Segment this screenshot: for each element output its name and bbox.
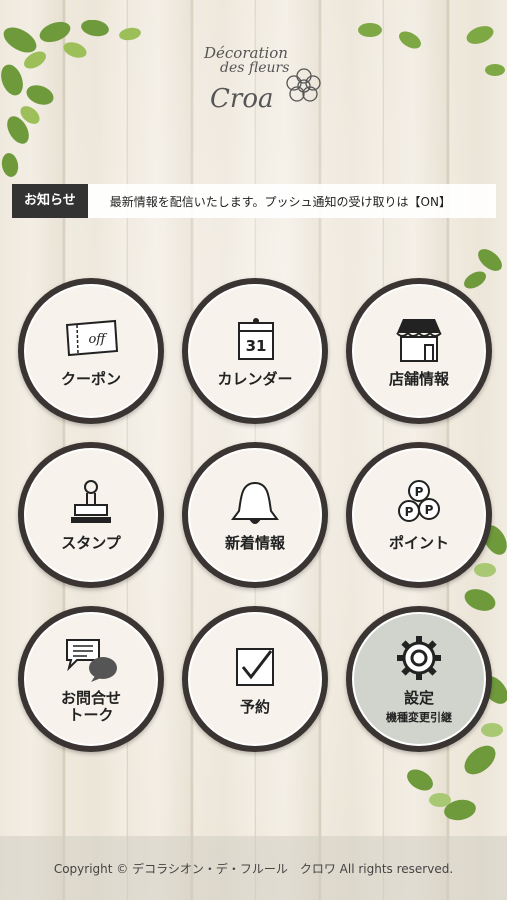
chat-icon (66, 639, 117, 682)
news-button[interactable]: 新着情報 (182, 442, 328, 588)
reservation-button[interactable]: 予約 (182, 606, 328, 752)
store-info-label: 店舗情報 (388, 369, 449, 388)
stamp-icon (71, 479, 111, 523)
calendar-icon: 31 (238, 317, 274, 360)
stamp-label: スタンプ (61, 533, 121, 552)
reservation-checkbox-icon (236, 647, 274, 686)
coin-icon-text: P (405, 505, 414, 519)
coupon-icon: off (65, 319, 119, 356)
coins-icon: P P P (398, 479, 440, 522)
calendar-label: カレンダー (217, 369, 293, 388)
stamp-button[interactable]: スタンプ (18, 442, 164, 588)
news-label: 新着情報 (224, 533, 285, 552)
menu-grid: off クーポン 31 カレンダー 店舗情報 スタンプ 新着情報 P P P ポ… (0, 0, 507, 900)
settings-button[interactable]: 設定 機種変更引継 (346, 606, 492, 752)
coin-icon-text: P (425, 503, 434, 517)
points-button[interactable]: P P P ポイント (346, 442, 492, 588)
contact-talk-button[interactable]: お問合せ トーク (18, 606, 164, 752)
coin-icon-text: P (415, 485, 424, 499)
points-label: ポイント (388, 533, 449, 552)
footer: Copyright © デコラシオン・デ・フルール クロワ All rights… (0, 836, 507, 900)
calendar-icon-text: 31 (246, 337, 267, 355)
calendar-button[interactable]: 31 カレンダー (182, 278, 328, 424)
gear-icon (397, 635, 441, 680)
bell-icon (231, 481, 279, 524)
settings-sublabel: 機種変更引継 (386, 710, 452, 724)
reservation-label: 予約 (239, 697, 270, 716)
coupon-button[interactable]: off クーポン (18, 278, 164, 424)
contact-talk-label: お問合せ トーク (60, 689, 121, 724)
copyright-text: Copyright © デコラシオン・デ・フルール クロワ All rights… (53, 861, 454, 876)
coupon-label: クーポン (60, 369, 121, 388)
settings-label: 設定 (403, 688, 434, 707)
store-icon (396, 318, 442, 362)
store-info-button[interactable]: 店舗情報 (346, 278, 492, 424)
coupon-icon-text: off (88, 332, 108, 347)
